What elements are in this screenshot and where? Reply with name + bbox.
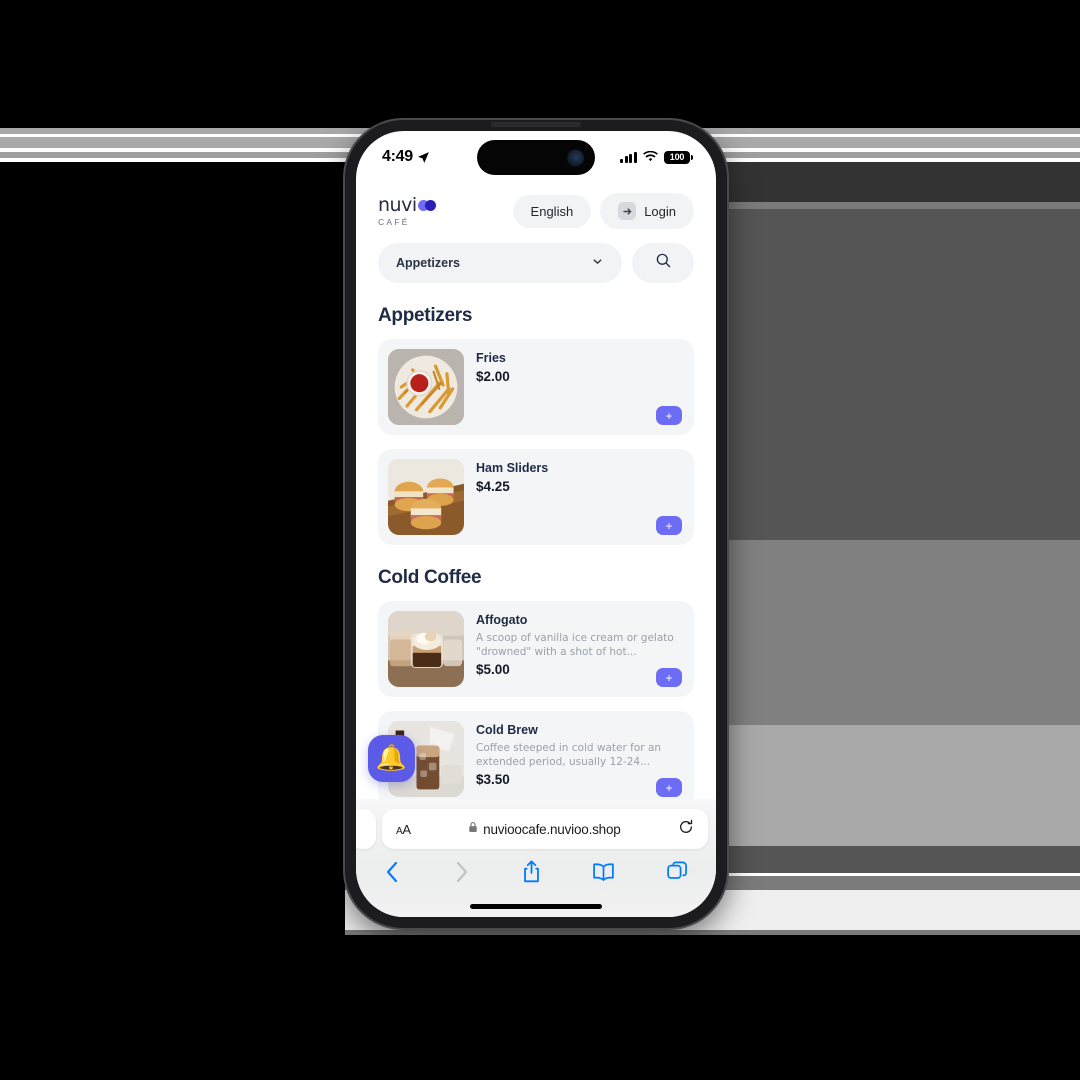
screenshot-canvas: 4:49 100 nuvi CAFÉ English Login Appetiz… [0, 0, 1080, 1080]
add-to-cart-button[interactable]: + [656, 516, 682, 535]
menu-item-details: Affogato A scoop of vanilla ice cream or … [476, 611, 684, 687]
adjacent-tab-peek[interactable] [356, 809, 376, 849]
menu-item-card[interactable]: Affogato A scoop of vanilla ice cream or … [378, 601, 694, 697]
phone-screen: 4:49 100 nuvi CAFÉ English Login Appetiz… [356, 131, 716, 917]
safari-toolbar [356, 849, 716, 888]
menu-section-title: Cold Coffee [378, 567, 482, 588]
home-indicator [470, 904, 602, 909]
dynamic-island [477, 140, 595, 175]
menu-item-name: Fries [476, 351, 506, 365]
menu-item-price: $2.00 [476, 369, 510, 384]
menu-item-name: Affogato [476, 613, 528, 627]
search-button[interactable] [632, 243, 694, 283]
notification-fab-button[interactable]: 🔔 [368, 735, 415, 782]
wifi-icon [643, 151, 658, 162]
url-text: nuvioocafe.nuvioo.shop [483, 821, 621, 837]
add-to-cart-button[interactable]: + [656, 668, 682, 687]
menu-item-description: Coffee steeped in cold water for an exte… [476, 742, 662, 769]
login-button-label: Login [644, 203, 676, 219]
brand-subtitle: CAFÉ [378, 216, 410, 227]
sign-in-arrow-icon [618, 202, 637, 220]
site-header: nuvi CAFÉ English Login [356, 183, 716, 237]
background-band [0, 935, 1080, 1080]
menu-item-image [388, 611, 464, 687]
bell-icon: 🔔 [375, 744, 408, 772]
brand-mark: nuvi [378, 193, 440, 216]
menu-item-details: Cold Brew Coffee steeped in cold water fo… [476, 721, 684, 797]
category-select-value: Appetizers [396, 256, 460, 270]
web-content-area: nuvi CAFÉ English Login Appetizers Appet… [356, 183, 716, 873]
back-button[interactable] [384, 861, 401, 888]
lock-icon [468, 820, 478, 838]
url-display: nuvioocafe.nuvioo.shop [411, 820, 678, 838]
menu-item-name: Ham Sliders [476, 461, 549, 475]
add-to-cart-button[interactable]: + [656, 406, 682, 425]
address-bar-row: AA nuvioocafe.nuvioo.shop [356, 799, 716, 849]
menu-item-details: Fries $2.00 [476, 349, 684, 425]
chevron-down-icon [591, 255, 604, 271]
language-button-label: English [530, 203, 574, 219]
battery-indicator: 100 [664, 150, 693, 164]
front-camera-icon [567, 149, 584, 166]
menu-list: Appetizers Fries $2.00 + Ham Sliders $4.… [356, 305, 716, 807]
brand-wordmark: nuvi [378, 193, 417, 216]
menu-item-price: $4.25 [476, 479, 510, 494]
login-button[interactable]: Login [600, 193, 694, 229]
forward-button[interactable] [453, 861, 470, 888]
add-to-cart-button[interactable]: + [656, 778, 682, 797]
background-left-mask [0, 162, 345, 935]
address-bar[interactable]: AA nuvioocafe.nuvioo.shop [382, 809, 708, 849]
brand-logo[interactable]: nuvi CAFÉ [378, 193, 440, 227]
menu-item-price: $5.00 [476, 662, 510, 678]
menu-item-details: Ham Sliders $4.25 [476, 459, 684, 535]
category-select[interactable]: Appetizers [378, 243, 622, 283]
menu-controls-row: Appetizers [356, 237, 716, 283]
location-arrow-icon [417, 151, 429, 163]
menu-item-card[interactable]: Fries $2.00 + [378, 339, 694, 435]
share-button[interactable] [522, 860, 541, 888]
cellular-signal-icon [619, 151, 637, 163]
battery-level-label: 100 [669, 152, 685, 162]
bookmarks-button[interactable] [592, 862, 615, 887]
tabs-button[interactable] [667, 861, 688, 887]
menu-item-image [388, 459, 464, 535]
menu-section-title: Appetizers [378, 305, 473, 326]
search-icon [655, 252, 672, 274]
language-button[interactable]: English [512, 194, 592, 228]
header-actions: English Login [512, 193, 694, 229]
menu-item-card[interactable]: Ham Sliders $4.25 + [378, 449, 694, 545]
status-time-label: 4:49 [382, 148, 413, 165]
background-band [0, 0, 1080, 128]
text-size-button[interactable]: AA [396, 822, 411, 837]
iphone-device-frame: 4:49 100 nuvi CAFÉ English Login Appetiz… [345, 120, 727, 928]
status-time: 4:49 [382, 148, 430, 166]
status-indicators: 100 [619, 150, 693, 164]
menu-item-description: A scoop of vanilla ice cream or gelato "… [476, 632, 674, 659]
menu-item-price: $3.50 [476, 772, 510, 788]
menu-item-card[interactable]: Cold Brew Coffee steeped in cold water fo… [378, 711, 694, 807]
menu-item-name: Cold Brew [476, 723, 538, 737]
reload-icon[interactable] [678, 819, 694, 840]
brand-dots-icon [417, 199, 440, 211]
menu-item-image [388, 349, 464, 425]
safari-browser-chrome: AA nuvioocafe.nuvioo.shop [356, 799, 716, 917]
status-bar: 4:49 100 [356, 131, 716, 183]
